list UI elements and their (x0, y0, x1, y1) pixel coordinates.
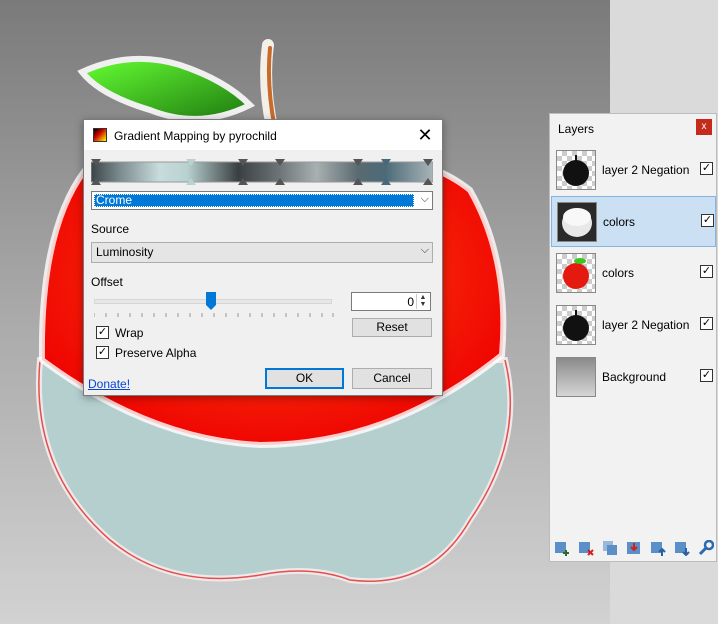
donate-link[interactable]: Donate! (88, 377, 130, 391)
offset-slider-thumb[interactable] (206, 292, 216, 310)
layer-item[interactable]: colors ✓ (551, 196, 716, 247)
source-selected-value: Luminosity (96, 245, 154, 259)
source-label: Source (91, 222, 130, 236)
cancel-button[interactable]: Cancel (352, 368, 432, 389)
gradient-mapping-dialog: Gradient Mapping by pyrochild ✕ Crome ⌵ … (83, 119, 443, 396)
preset-dropdown[interactable]: Crome ⌵ (91, 191, 433, 210)
offset-spinbox[interactable]: 0 ▲ ▼ (351, 292, 431, 311)
layer-visibility-checkbox[interactable]: ✓ (700, 317, 713, 330)
chevron-down-icon: ⌵ (420, 193, 429, 205)
red-apple-icon (563, 258, 589, 289)
layer-item[interactable]: layer 2 Negation ✓ (551, 300, 716, 351)
layer-item[interactable]: layer 2 Negation ✓ (551, 145, 716, 196)
black-apple-icon (563, 155, 589, 186)
duplicate-layer-icon[interactable] (602, 540, 618, 556)
layer-thumbnail (556, 357, 596, 397)
offset-value: 0 (407, 295, 414, 309)
preset-selected-value: Crome (94, 194, 414, 207)
offset-label: Offset (91, 275, 123, 289)
layer-thumbnail (556, 253, 596, 293)
layer-thumbnail (557, 202, 597, 242)
layer-visibility-checkbox[interactable]: ✓ (701, 214, 714, 227)
layer-name: layer 2 Negation (602, 318, 690, 332)
layer-name: Background (602, 370, 667, 384)
wrap-label: Wrap (115, 326, 144, 340)
chevron-down-icon: ⌵ (420, 244, 429, 256)
layer-visibility-checkbox[interactable]: ✓ (700, 369, 713, 382)
merge-down-icon[interactable] (626, 540, 642, 556)
dialog-title: Gradient Mapping by pyrochild (114, 129, 277, 143)
layer-name: colors (602, 266, 635, 280)
gradient-app-icon (93, 128, 107, 142)
black-apple-icon (563, 310, 589, 341)
properties-wrench-icon[interactable] (698, 540, 714, 556)
spin-arrows-icon[interactable]: ▲ ▼ (416, 294, 429, 309)
move-up-icon[interactable] (650, 540, 666, 556)
layer-visibility-checkbox[interactable]: ✓ (700, 265, 713, 278)
layer-thumbnail (556, 150, 596, 190)
add-layer-icon[interactable] (554, 540, 570, 556)
layers-panel-title: Layers (558, 122, 595, 136)
layer-item[interactable]: Background ✓ (551, 352, 716, 403)
delete-layer-icon[interactable] (578, 540, 594, 556)
wrap-checkbox[interactable]: ✓ (96, 326, 109, 339)
gradient-preview-bar[interactable] (91, 159, 433, 185)
close-icon[interactable]: x (696, 119, 712, 135)
layer-name: colors (603, 215, 636, 229)
close-icon[interactable]: ✕ (414, 124, 436, 146)
layers-panel: Layers x layer 2 Negation ✓ colors ✓ col… (549, 113, 717, 562)
layer-visibility-checkbox[interactable]: ✓ (700, 162, 713, 175)
move-down-icon[interactable] (674, 540, 690, 556)
white-apple-icon (562, 208, 592, 237)
layer-name: layer 2 Negation (602, 163, 690, 177)
layer-item[interactable]: colors ✓ (551, 248, 716, 299)
preserve-alpha-checkbox[interactable]: ✓ (96, 346, 109, 359)
source-dropdown[interactable]: Luminosity ⌵ (91, 242, 433, 263)
ok-button[interactable]: OK (265, 368, 344, 389)
dialog-titlebar[interactable]: Gradient Mapping by pyrochild ✕ (84, 120, 442, 150)
offset-slider-ticks (94, 313, 334, 317)
layer-thumbnail (556, 305, 596, 345)
reset-button[interactable]: Reset (352, 318, 432, 337)
preserve-alpha-label: Preserve Alpha (115, 346, 197, 360)
